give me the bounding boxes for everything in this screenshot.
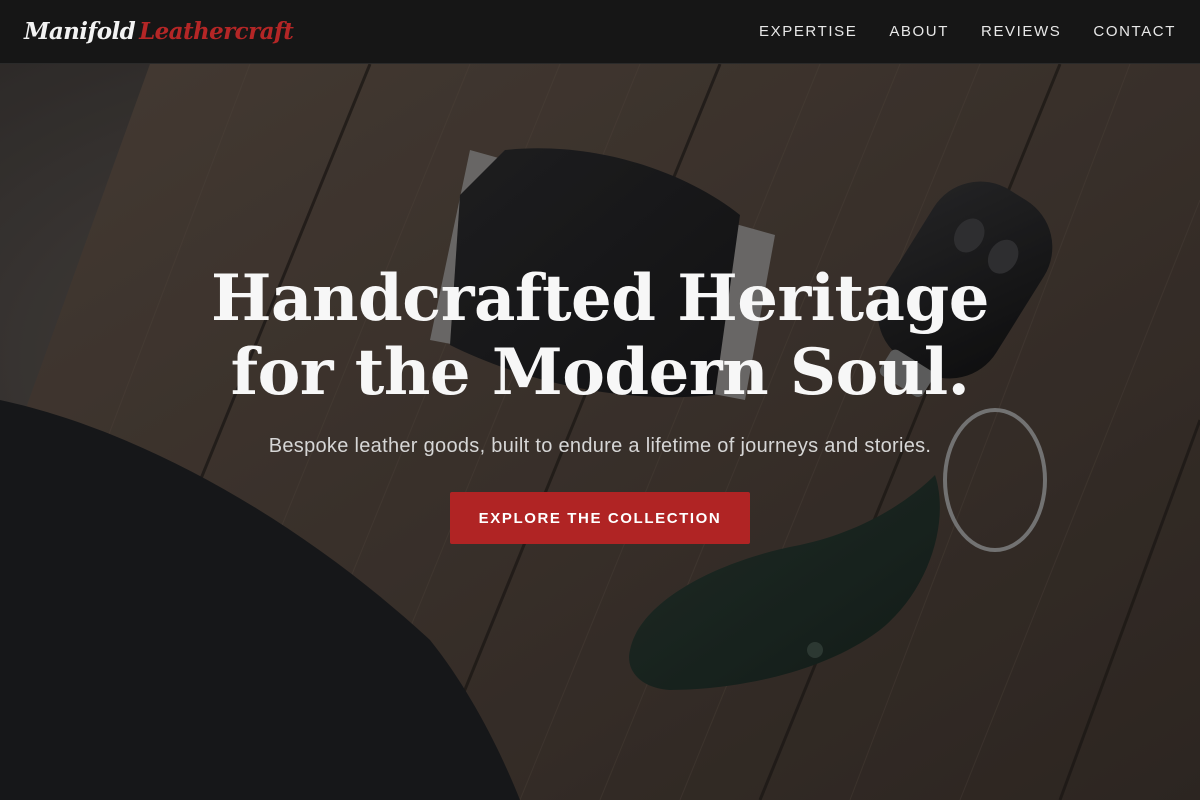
nav-link-about[interactable]: ABOUT xyxy=(889,23,949,40)
brand-name-part2: Leathercraft xyxy=(139,18,294,45)
nav-link-expertise[interactable]: EXPERTISE xyxy=(759,23,857,40)
hero-content: Handcrafted Heritage for the Modern Soul… xyxy=(0,64,1200,800)
site-header: Manifold Leathercraft EXPERTISE ABOUT REV… xyxy=(0,0,1200,64)
hero-subtitle: Bespoke leather goods, built to endure a… xyxy=(268,435,932,457)
explore-collection-button[interactable]: EXPLORE THE COLLECTION xyxy=(450,492,750,544)
nav-link-reviews[interactable]: REVIEWS xyxy=(981,23,1061,40)
brand-name-part1: Manifold xyxy=(24,18,136,45)
brand-logo[interactable]: Manifold Leathercraft xyxy=(24,18,294,45)
hero-title: Handcrafted Heritage for the Modern Soul… xyxy=(211,261,989,410)
nav-link-contact[interactable]: CONTACT xyxy=(1093,23,1176,40)
main-nav: EXPERTISE ABOUT REVIEWS CONTACT xyxy=(759,23,1176,40)
hero-section: Handcrafted Heritage for the Modern Soul… xyxy=(0,64,1200,800)
